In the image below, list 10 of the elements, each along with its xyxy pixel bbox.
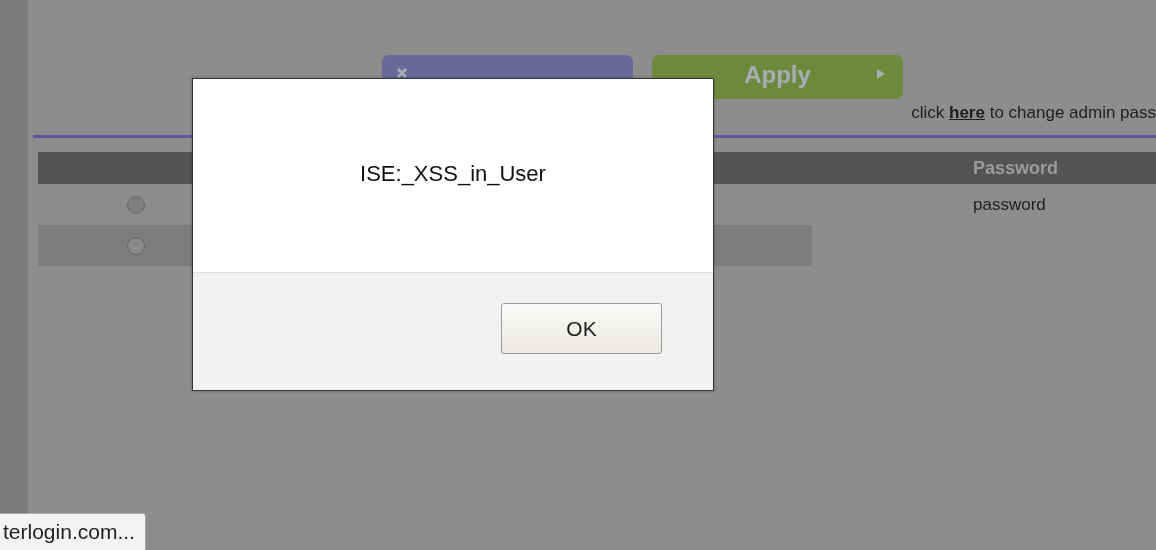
- radio-button[interactable]: [127, 195, 145, 214]
- column-header: Password: [973, 157, 1060, 179]
- triangle-icon: [877, 69, 885, 79]
- table-cell-text: password: [973, 194, 1047, 215]
- alert-message: ISE:_XSS_in_User: [360, 161, 546, 188]
- status-url: terlogin.com...: [0, 513, 146, 550]
- radio-button[interactable]: [127, 236, 145, 255]
- close-icon: [396, 67, 408, 79]
- change-password-text: click here to change admin pass: [911, 103, 1156, 123]
- ok-button[interactable]: OK: [501, 303, 662, 354]
